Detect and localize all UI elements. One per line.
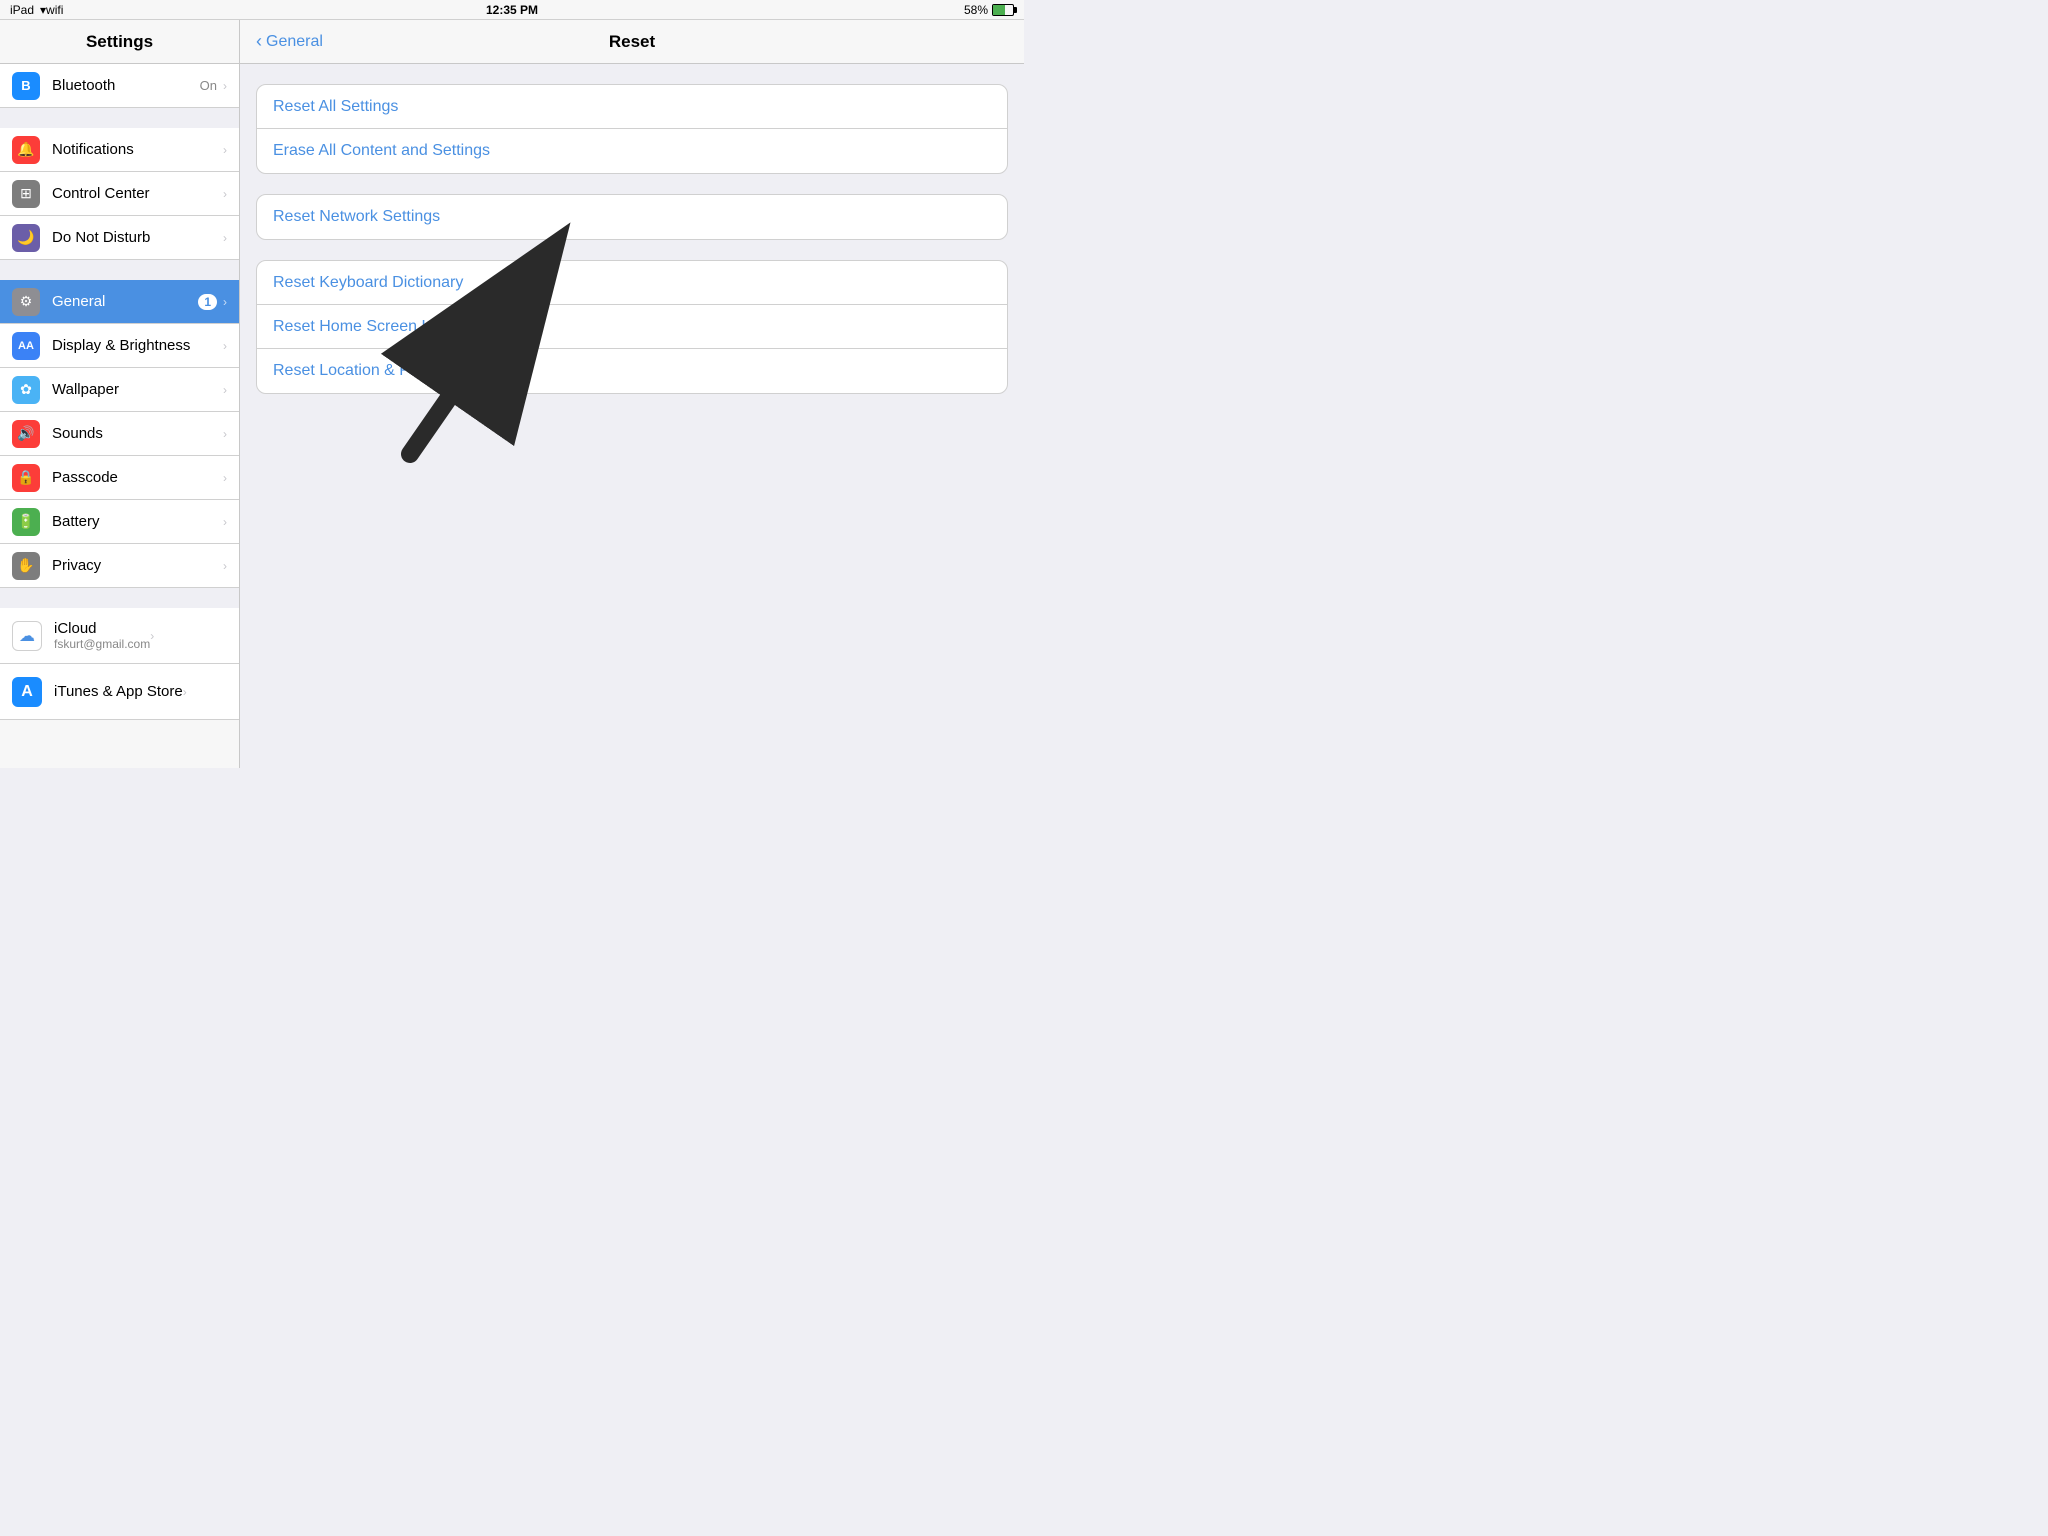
battery-icon [992,4,1014,16]
sidebar-item-bluetooth[interactable]: B Bluetooth On › [0,64,239,108]
back-chevron-icon: ‹ [256,31,262,52]
status-bar: iPad ▾wifi 12:35 PM 58% [0,0,1024,20]
bluetooth-chevron-icon: › [223,79,227,93]
section-gap-1 [0,108,239,128]
erase-all-content-label: Erase All Content and Settings [273,142,490,160]
sidebar-item-notifications[interactable]: 🔔 Notifications › [0,128,239,172]
sidebar-list: B Bluetooth On › 🔔 Notifications › ⊞ Con… [0,64,239,768]
general-badge: 1 [198,294,217,310]
sidebar-item-wallpaper[interactable]: ✿ Wallpaper › [0,368,239,412]
sidebar-item-control-center[interactable]: ⊞ Control Center › [0,172,239,216]
icloud-chevron-icon: › [150,629,154,643]
privacy-icon: ✋ [12,552,40,580]
wallpaper-chevron-icon: › [223,383,227,397]
privacy-chevron-icon: › [223,559,227,573]
ipad-label: iPad [10,3,34,17]
appstore-info: iTunes & App Store [54,683,183,700]
sidebar-header: Settings [0,20,239,64]
sidebar-item-appstore[interactable]: A iTunes & App Store › [0,664,239,720]
display-chevron-icon: › [223,339,227,353]
sidebar-item-privacy[interactable]: ✋ Privacy › [0,544,239,588]
control-center-chevron-icon: › [223,187,227,201]
right-header: ‹ General Reset [240,20,1024,64]
sounds-label: Sounds [52,425,223,442]
notifications-chevron-icon: › [223,143,227,157]
reset-all-settings-label: Reset All Settings [273,98,398,116]
sidebar-item-battery[interactable]: 🔋 Battery › [0,500,239,544]
display-icon: AA [12,332,40,360]
right-content: Reset All Settings Erase All Content and… [240,64,1024,768]
reset-group-1: Reset All Settings Erase All Content and… [256,84,1008,174]
time-display: 12:35 PM [486,3,538,17]
battery-chevron-icon: › [223,515,227,529]
reset-keyboard-dictionary-label: Reset Keyboard Dictionary [273,274,463,292]
bluetooth-icon: B [12,72,40,100]
general-icon: ⚙ [12,288,40,316]
general-label: General [52,293,198,310]
reset-home-screen-row[interactable]: Reset Home Screen Layout [257,305,1007,349]
bluetooth-value: On [200,78,217,93]
dnd-chevron-icon: › [223,231,227,245]
appstore-icon: A [12,677,42,707]
icloud-info: iCloud fskurt@gmail.com [54,620,150,651]
icloud-name: iCloud [54,620,150,637]
reset-keyboard-dictionary-row[interactable]: Reset Keyboard Dictionary [257,261,1007,305]
sidebar-item-passcode[interactable]: 🔒 Passcode › [0,456,239,500]
sidebar: Settings B Bluetooth On › 🔔 Notification… [0,20,240,768]
sidebar-item-dnd[interactable]: 🌙 Do Not Disturb › [0,216,239,260]
reset-all-settings-row[interactable]: Reset All Settings [257,85,1007,129]
privacy-label: Privacy [52,557,223,574]
icloud-email: fskurt@gmail.com [54,637,150,651]
right-panel: ‹ General Reset Reset All Settings Erase… [240,20,1024,768]
sounds-chevron-icon: › [223,427,227,441]
reset-location-privacy-label: Reset Location & Privacy [273,362,452,380]
status-right: 58% [964,3,1014,17]
wallpaper-icon: ✿ [12,376,40,404]
control-center-label: Control Center [52,185,223,202]
status-left: iPad ▾wifi [10,3,63,17]
passcode-chevron-icon: › [223,471,227,485]
appstore-name: iTunes & App Store [54,683,183,700]
battery-settings-icon: 🔋 [12,508,40,536]
battery-label: 58% [964,3,988,17]
sidebar-title: Settings [86,32,153,52]
sidebar-item-icloud[interactable]: ☁ iCloud fskurt@gmail.com › [0,608,239,664]
general-chevron-icon: › [223,295,227,309]
dnd-label: Do Not Disturb [52,229,223,246]
notifications-label: Notifications [52,141,223,158]
reset-group-3: Reset Keyboard Dictionary Reset Home Scr… [256,260,1008,394]
back-label: General [266,33,323,51]
reset-network-settings-label: Reset Network Settings [273,208,440,226]
wallpaper-label: Wallpaper [52,381,223,398]
icloud-icon: ☁ [12,621,42,651]
reset-home-screen-label: Reset Home Screen Layout [273,318,470,336]
display-label: Display & Brightness [52,337,223,354]
appstore-chevron-icon: › [183,685,187,699]
section-gap-3 [0,588,239,608]
notifications-icon: 🔔 [12,136,40,164]
erase-all-content-row[interactable]: Erase All Content and Settings [257,129,1007,173]
reset-group-2: Reset Network Settings [256,194,1008,240]
reset-location-privacy-row[interactable]: Reset Location & Privacy [257,349,1007,393]
back-button[interactable]: ‹ General [256,31,323,52]
app-container: Settings B Bluetooth On › 🔔 Notification… [0,20,1024,768]
battery-label: Battery [52,513,223,530]
section-gap-2 [0,260,239,280]
sidebar-item-sounds[interactable]: 🔊 Sounds › [0,412,239,456]
right-panel-title: Reset [609,32,655,52]
sidebar-item-display[interactable]: AA Display & Brightness › [0,324,239,368]
wifi-icon: ▾wifi [40,3,63,17]
passcode-icon: 🔒 [12,464,40,492]
reset-network-settings-row[interactable]: Reset Network Settings [257,195,1007,239]
bluetooth-label: Bluetooth [52,77,200,94]
sounds-icon: 🔊 [12,420,40,448]
control-center-icon: ⊞ [12,180,40,208]
passcode-label: Passcode [52,469,223,486]
sidebar-item-general[interactable]: ⚙ General 1 › [0,280,239,324]
dnd-icon: 🌙 [12,224,40,252]
